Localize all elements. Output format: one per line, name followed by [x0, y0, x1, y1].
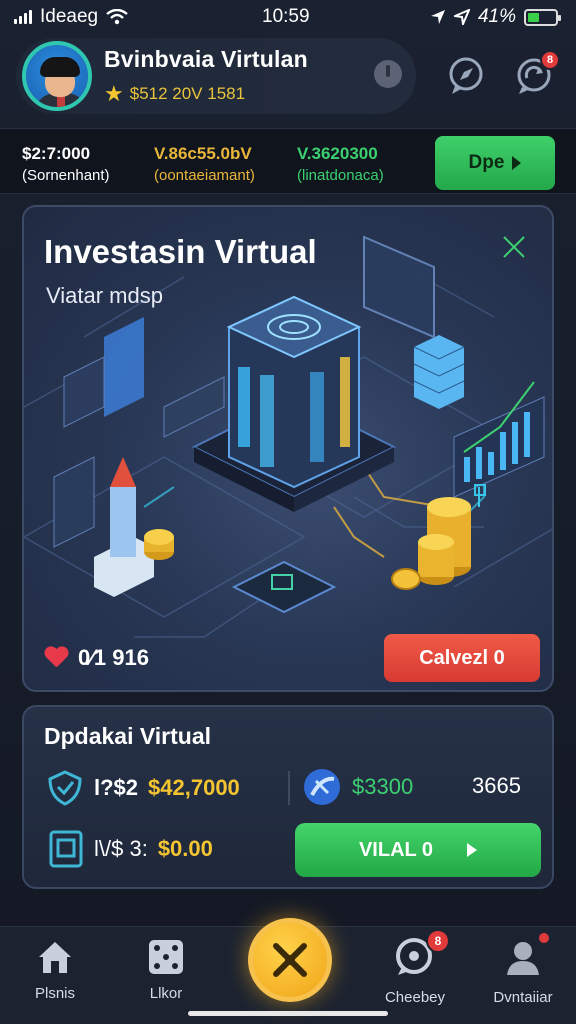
likes-counter[interactable]: 0⁄1 916 [44, 645, 149, 671]
stat-label: (oontaeiamant) [154, 167, 255, 184]
right-stat: 3665 [472, 773, 521, 799]
location-icon [430, 10, 445, 24]
hero-card[interactable]: Investasin Virtual Viatar mdsp 0⁄1 916 C… [22, 205, 554, 692]
center-action-button[interactable] [248, 918, 332, 1002]
investment-illustration [24, 235, 552, 638]
stat-value: V.3620300 [297, 144, 378, 163]
mid-stat: $3300 [302, 767, 413, 807]
profile-icon [507, 942, 539, 975]
heart-icon[interactable] [44, 647, 68, 669]
open-button[interactable]: Dpe [435, 136, 555, 190]
battery-percent: 41% [477, 6, 516, 27]
wifi-icon [106, 9, 128, 25]
info-title: Dpdakai Virtual [44, 723, 212, 749]
right-stat-value: 3665 [472, 773, 521, 798]
stat-value: V.86c55.0bV [154, 144, 252, 163]
stats-strip: $2:7:000 (Sornenhant) V.86c55.0bV (oonta… [0, 128, 576, 194]
power-icon[interactable] [374, 60, 402, 88]
balance-value: $42,7000 [148, 775, 240, 800]
wallet-icon [49, 830, 83, 868]
chevron-right-icon [512, 156, 522, 170]
divider [288, 771, 290, 805]
profile-badge [537, 931, 551, 945]
hero-subtitle: Viatar mdsp [46, 283, 163, 308]
shield-check-icon [48, 770, 82, 806]
profile-stat: $512 20V 1581 [129, 83, 246, 103]
pending-prefix: l\/$ 3: [94, 836, 148, 861]
nav-label: Plsnis [34, 985, 75, 1002]
nav-item-home[interactable]: Plsnis [0, 937, 110, 1002]
view-button[interactable]: VILAL 0 [295, 823, 541, 877]
mid-stat-value: $3300 [352, 774, 414, 799]
cancel-button[interactable]: Calvezl 0 [384, 634, 540, 682]
dice-icon [149, 940, 183, 974]
compass-chat-button[interactable] [444, 54, 488, 98]
battery-icon [524, 8, 561, 26]
swirl-icon [304, 769, 340, 805]
virtual-info-card: Dpdakai Virtual l?$2 $42,7000 $3300 3665… [22, 705, 554, 889]
balance-row: l?$2 $42,7000 [46, 769, 240, 807]
compass-chat-icon [449, 57, 483, 94]
home-indicator [188, 1011, 388, 1016]
stat-2: V.86c55.0bV (oontaeiamant) [154, 143, 255, 187]
navigation-icon [453, 9, 470, 25]
signal-icon [14, 10, 32, 24]
open-button-label: Dpe [468, 152, 505, 173]
nav-label: Dvntaiiar [493, 989, 553, 1006]
balance-prefix: l?$2 [94, 775, 139, 800]
stat-label: (Sornenhant) [22, 167, 110, 184]
refresh-chat-button[interactable]: 8 [512, 50, 560, 98]
stat-1: $2:7:000 (Sornenhant) [22, 143, 110, 187]
carrier-label: Ideaeg [40, 6, 99, 27]
home-icon [39, 942, 71, 973]
nav-item-profile[interactable]: Dvntaiiar [468, 931, 576, 1006]
hero-title: Investasin Virtual [44, 233, 317, 270]
nav-item-dice[interactable]: Llkor [111, 937, 221, 1002]
profile-header[interactable]: Bvinbvaia Virtulan ★ $512 20V 1581 [16, 38, 416, 114]
chevron-right-icon [467, 843, 478, 857]
chat-badge: 8 [426, 929, 450, 953]
nav-item-chat[interactable]: 8 Cheebey [360, 929, 470, 1006]
crossed-tools-icon [273, 943, 307, 977]
app-screen: Ideaeg 10:59 41% Bvinbvaia Virtulan ★ $5… [0, 0, 576, 1024]
stat-label: (linatdonaca) [297, 167, 384, 184]
star-icon: ★ [104, 80, 124, 106]
nav-label: Llkor [149, 985, 183, 1002]
profile-name: Bvinbvaia Virtulan [104, 45, 308, 72]
likes-count: 0⁄1 916 [78, 645, 149, 670]
stat-value: $2:7:000 [22, 144, 91, 163]
pending-row: l\/$ 3: $0.00 [48, 829, 213, 869]
avatar[interactable] [22, 41, 92, 111]
status-bar: Ideaeg 10:59 41% [0, 0, 576, 34]
view-button-label: VILAL 0 [358, 838, 434, 861]
pending-value: $0.00 [157, 836, 213, 861]
clock: 10:59 [262, 6, 310, 27]
notification-badge: 8 [540, 50, 560, 70]
nav-label: Cheebey [384, 989, 446, 1006]
stat-3: V.3620300 (linatdonaca) [297, 143, 384, 187]
